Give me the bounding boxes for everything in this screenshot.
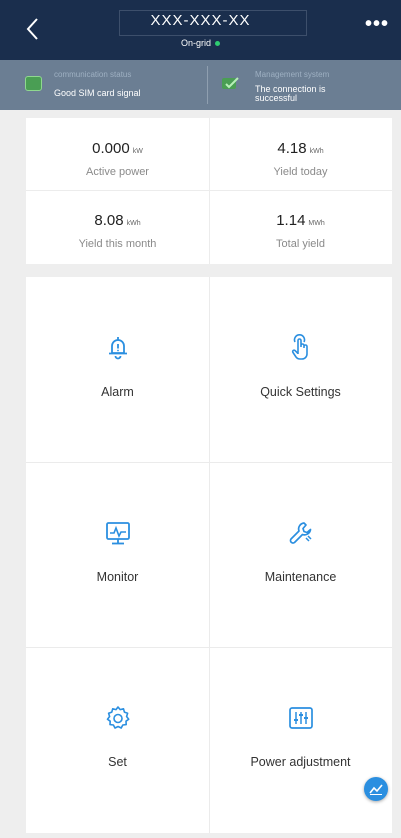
metric-unit: kWh xyxy=(126,220,141,227)
tile-power-adjustment[interactable]: Power adjustment xyxy=(209,647,392,832)
alarm-bell-icon xyxy=(108,337,127,360)
tile-label: Set xyxy=(108,755,127,769)
metric-active-power: 0.000 kW Active power xyxy=(26,118,209,190)
management-system-status: Management system The connection is succ… xyxy=(208,60,401,110)
metric-yield-this-month: 8.08 kWh Yield this month xyxy=(26,190,209,262)
tile-label: Power adjustment xyxy=(250,755,351,769)
app-header: XXX-XXX-XX On-grid ••• xyxy=(0,0,401,60)
communication-status: communication status Good SIM card signa… xyxy=(0,60,207,110)
gear-icon xyxy=(106,706,129,729)
status-bar: communication status Good SIM card signa… xyxy=(0,60,401,110)
chart-floating-button[interactable] xyxy=(364,777,388,801)
tile-quick-settings[interactable]: Quick Settings xyxy=(209,277,392,462)
device-title: XXX-XXX-XX xyxy=(150,12,251,29)
online-indicator-icon xyxy=(215,41,220,47)
tile-label: Alarm xyxy=(101,385,134,399)
tile-label: Monitor xyxy=(96,570,139,584)
communication-status-label: communication status xyxy=(54,70,132,79)
metrics-divider xyxy=(209,118,210,264)
management-system-value-line2: successful xyxy=(255,93,298,103)
metric-label: Total yield xyxy=(276,238,325,250)
metric-value: 0.000 xyxy=(92,140,130,157)
more-options-button[interactable]: ••• xyxy=(365,13,389,36)
tile-label: Maintenance xyxy=(264,570,337,584)
hand-pointer-icon xyxy=(291,334,308,360)
grid-status-label: On-grid xyxy=(180,38,211,48)
tile-label: Quick Settings xyxy=(260,385,341,399)
connection-ok-icon xyxy=(222,77,239,89)
metric-unit: kW xyxy=(132,148,143,155)
function-grid: Alarm Quick Settings Monitor Maintenance… xyxy=(26,277,392,833)
metric-value: 4.18 xyxy=(277,140,307,157)
metric-unit: kWh xyxy=(309,148,324,155)
metric-value: 1.14 xyxy=(276,212,306,229)
energy-metrics-card: 0.000 kW Active power 4.18 kWh Yield today… xyxy=(26,118,392,264)
metric-total-yield: 1.14 MWh Total yield xyxy=(209,190,392,262)
metric-yield-today: 4.18 kWh Yield today xyxy=(209,118,392,190)
metric-label: Yield this month xyxy=(78,238,157,250)
sliders-icon xyxy=(288,707,313,729)
metric-unit: MWh xyxy=(308,220,325,227)
wrench-icon xyxy=(289,522,312,544)
metric-value: 8.08 xyxy=(94,212,124,229)
tile-alarm[interactable]: Alarm xyxy=(26,277,209,462)
tile-monitor[interactable]: Monitor xyxy=(26,462,209,647)
management-system-label: Management system xyxy=(255,70,330,79)
metric-label: Yield today xyxy=(273,166,328,178)
tile-maintenance[interactable]: Maintenance xyxy=(209,462,392,647)
monitor-icon xyxy=(105,522,130,545)
metric-label: Active power xyxy=(86,166,149,178)
trend-chart-icon xyxy=(369,784,383,795)
grid-status: On-grid xyxy=(0,38,401,48)
communication-status-value: Good SIM card signal xyxy=(54,88,141,98)
tile-set[interactable]: Set xyxy=(26,647,209,832)
sim-card-icon xyxy=(25,76,42,91)
